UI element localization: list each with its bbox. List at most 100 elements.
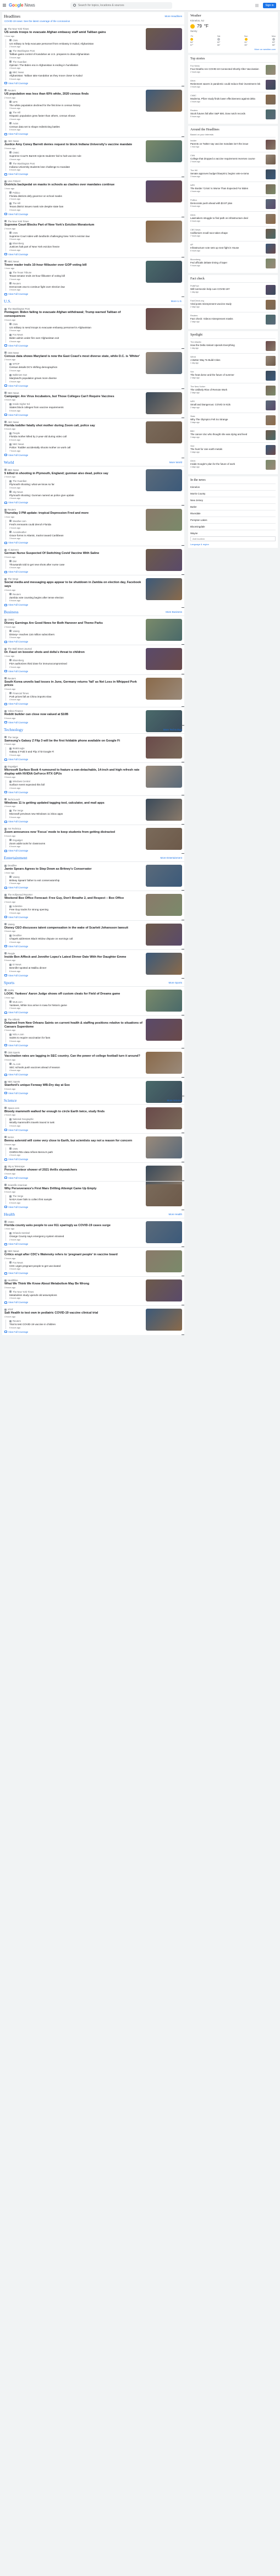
story-headline[interactable]: Inside Google's plan for the future of w… [190, 463, 263, 465]
story-main[interactable]: The Wall Street Journal Dr. Fauci on boos… [4, 647, 182, 657]
related-story[interactable]: Deadline Chapek addresses Black Widow dis… [6, 934, 182, 943]
panel-title[interactable]: Fact check [190, 277, 276, 281]
story-main[interactable]: STAT Salt Health to test own in pediatric… [4, 1308, 182, 1318]
story-thumbnail[interactable] [266, 400, 276, 410]
related-story[interactable]: Variety Disney+ reaches 116 million subsc… [6, 629, 182, 639]
story-headline[interactable]: Small and Dangerous: COVID in Kids [190, 403, 263, 406]
story-headline[interactable]: Retirement savers in pandemic could redu… [190, 83, 263, 85]
story-headline[interactable]: Bloody mammoth walked far enough to circ… [4, 1110, 142, 1114]
story-thumbnail[interactable] [266, 199, 276, 209]
story-thumbnail[interactable] [266, 415, 276, 425]
story-main[interactable]: The Athletic Detained from New Orleans Sa… [4, 1018, 182, 1031]
related-story[interactable]: Fox News CDC urges pregnant people to get… [6, 1261, 182, 1271]
story-headline[interactable]: LOOK: Yankees' Aaron Judge shows off cus… [4, 992, 142, 996]
related-headline[interactable]: Florida districts defy governor on schoo… [9, 195, 142, 198]
local-topic-item[interactable]: Kinnelon [190, 484, 276, 490]
related-headline[interactable]: Police: Toddler accidentally shoots moth… [9, 446, 142, 449]
story-headline[interactable]: The Border 'Crisis' Is Worse Than Expect… [190, 187, 263, 190]
story-main[interactable]: The Verge Samsung's Galaxy Z Flip 3 will … [4, 736, 182, 745]
story-main[interactable]: People Inside Ben Affleck and Jennifer Lo… [4, 952, 182, 962]
story-thumbnail[interactable] [266, 285, 276, 295]
section-title[interactable]: Entertainment [4, 855, 27, 860]
story-thumbnail[interactable] [266, 341, 276, 351]
panel-title[interactable]: Spotlight [190, 333, 276, 337]
story-headline[interactable]: US population was less than 60% white, 2… [4, 92, 142, 96]
sidebar-story[interactable]: Slate Why The Olympics Felt So Strange 3 d… [190, 413, 276, 427]
story-headline[interactable]: Lawmakers struggle to find path on infra… [190, 217, 263, 219]
story-headline[interactable]: What We Think We Know About Metabolism M… [4, 1282, 142, 1286]
story-headline[interactable]: Stanford's unique Fenway WB-Dry day at S… [4, 1084, 142, 1087]
story-main[interactable]: Deadline Jamie Spears Agrees to Step Down… [4, 864, 182, 874]
sidebar-story[interactable]: NPR The Border 'Crisis' Is Worse Than Exp… [190, 182, 276, 196]
story-headline[interactable]: How the Delta Variant Upends Everything [190, 344, 263, 347]
full-coverage-link[interactable]: View Full Coverage [4, 213, 182, 216]
related-headline[interactable]: Galaxy Z Fold 3 and Flip 3 hit Google Fi [9, 750, 142, 754]
story-main[interactable]: ESPN LOOK: Yankees' Aaron Judge shows off… [4, 989, 182, 999]
related-headline[interactable]: Census details DC's shifting demographic… [9, 366, 142, 369]
full-coverage-link[interactable]: View Full Coverage [4, 640, 182, 643]
related-headline[interactable]: Surface event expected this fall [9, 783, 142, 787]
more-options-icon[interactable] [182, 1334, 184, 1335]
sidebar-story[interactable]: Reuters Stock futures fall after S&P 500,… [190, 107, 276, 122]
related-story[interactable]: National Geographic Woolly mammoth's trav… [6, 1118, 182, 1127]
story-headline[interactable]: Census data shows Maryland is now the Ea… [4, 355, 142, 359]
story-thumbnail[interactable] [266, 184, 276, 194]
language-region-link[interactable]: Language & region [190, 543, 276, 546]
story-thumbnail[interactable] [266, 229, 276, 239]
story-main[interactable]: CNBC Disney Earnings Are Good News for Bo… [4, 618, 182, 628]
related-headline[interactable]: Yankees, White Sox arrive in Iowa for hi… [9, 1004, 142, 1007]
full-coverage-link[interactable]: View Full Coverage [4, 293, 182, 295]
story-headline[interactable]: Four Deaths Are COVID-19 Connected Short… [190, 68, 263, 70]
section-title[interactable]: Headlines [4, 14, 20, 19]
local-topic-item[interactable]: Butler [190, 503, 276, 510]
story-headline[interactable]: Florida toddler fatally shot mother duri… [4, 424, 142, 428]
related-story[interactable]: E! News Bennifer spotted at Malibu dinner… [6, 963, 182, 973]
story-headline[interactable]: Fed officials debate timing of taper [190, 261, 263, 264]
story-main[interactable]: USA TODAY Districts backpedal on masks in… [4, 180, 182, 190]
local-topic-item[interactable]: Wayne [190, 530, 276, 536]
sidebar-story[interactable]: Axios Retirement savers in pandemic could… [190, 77, 276, 92]
story-headline[interactable]: Samsung's Galaxy Z Flip 3 will be the fi… [4, 739, 142, 743]
story-thumbnail[interactable] [266, 244, 276, 254]
story-main[interactable]: CNBC Florida county asks people to use 91… [4, 1221, 182, 1230]
story-headline[interactable]: Disney CEO discusses talent compensation… [4, 926, 142, 930]
story-thumbnail[interactable] [266, 80, 276, 90]
story-main[interactable]: Engadget Microsoft Surface Book 4 rumoure… [4, 765, 182, 778]
related-story[interactable]: The New York Times Metabolism study upend… [6, 1290, 182, 1300]
sidebar-story[interactable]: Vice The hunt for rare earth metals 3 days… [190, 442, 276, 457]
section-more-link[interactable]: More Business [166, 611, 182, 613]
story-headline[interactable]: Bennu asteroid will come very close to E… [4, 1139, 142, 1143]
story-headline[interactable]: 5 killed in shooting in Plymouth, Englan… [4, 472, 142, 476]
sidebar-story[interactable]: Bloomberg Fed officials debate timing of … [190, 256, 276, 271]
story-headline[interactable]: Zoom announces new 'Focus' mode to keep … [4, 831, 142, 834]
related-headline[interactable]: Woolly mammoth's travels traced in tusk [9, 1121, 142, 1124]
related-story[interactable]: CNN OSIRIS-REx data refines Bennu's path 4… [6, 1147, 182, 1157]
story-main[interactable]: Ars Technica Zoom announces new 'Focus' m… [4, 827, 182, 837]
story-headline[interactable]: Why Perseverance's First Mars Drilling A… [4, 1187, 142, 1191]
story-main[interactable]: Healthline What We Think We Know About Me… [4, 1279, 182, 1289]
story-headline[interactable]: Campaign: Are Virus Incubators, but Thos… [4, 395, 142, 399]
story-main[interactable]: Sky & Telescope Perseid meteor shower of … [4, 1165, 182, 1175]
related-headline[interactable]: Florida mother killed by 2-year-old duri… [9, 435, 142, 438]
story-headline[interactable]: Reddit builder can close now valued at $… [4, 713, 142, 717]
related-story[interactable]: The Guardian Plymouth shooting: what we k… [6, 480, 182, 489]
related-story[interactable]: The Texas Tribune Texas senator ends 15-h… [6, 271, 182, 281]
full-coverage-link[interactable]: View Full Coverage [4, 1331, 182, 1333]
related-story[interactable]: Sky News Plymouth shooting: Gunman named … [6, 490, 182, 500]
sidebar-story[interactable]: Insider Parents on Twitter say vaccine ma… [190, 137, 276, 152]
story-thumbnail[interactable] [266, 460, 276, 470]
section-title[interactable]: Business [4, 609, 19, 614]
story-thumbnail[interactable] [266, 155, 276, 164]
related-story[interactable]: NPR The white population declined for the… [6, 100, 182, 110]
story-headline[interactable]: The cancer doc who thought she was dying… [190, 433, 263, 436]
story-headline[interactable]: Viral posts misrepresent vaccine study [190, 303, 263, 305]
story-main[interactable]: ABC News Florida toddler fatally shot mot… [4, 421, 182, 430]
related-story[interactable]: The Verge NASA rover fails to collect fir… [6, 1195, 182, 1204]
related-story[interactable]: People Florida mother killed by 2-year-ol… [6, 432, 182, 441]
related-story[interactable]: CNN US military to help evacuate personne… [6, 39, 182, 48]
section-more-link[interactable]: More Technology [163, 728, 182, 731]
story-thumbnail[interactable] [266, 140, 276, 150]
story-headline[interactable]: College that dropped a vaccine requireme… [190, 157, 263, 160]
search-icon[interactable] [73, 4, 76, 7]
related-headline[interactable]: SEC schools push vaccines ahead of seaso… [9, 1066, 142, 1069]
